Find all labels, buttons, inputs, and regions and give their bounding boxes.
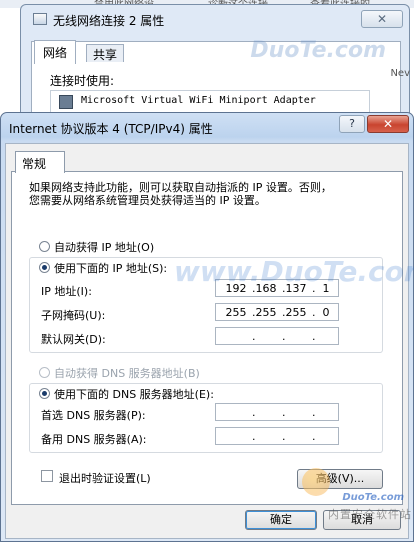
mask-octet-4[interactable]: 0 <box>314 306 338 319</box>
mask-octet-3[interactable]: 255 <box>284 306 308 319</box>
preferred-dns-label: 首选 DNS 服务器(P): <box>41 409 146 422</box>
description-text: 如果网络支持此功能，则可以获取自动指派的 IP 设置。否则， 您需要从网络系统管… <box>29 181 399 207</box>
mask-octet-1[interactable]: 255 <box>224 306 248 319</box>
auto-dns-radio[interactable] <box>39 367 50 378</box>
auto-ip-label[interactable]: 自动获得 IP 地址(O) <box>54 239 154 255</box>
gateway-dot: . <box>312 330 316 343</box>
back-title-bar[interactable]: 无线网络连接 2 属性 ✕ <box>21 5 409 33</box>
pdns-dot: . <box>312 406 316 419</box>
corner-watermark-brand: DuoTe.com <box>342 492 404 503</box>
connect-using-label: 连接时使用: <box>50 74 115 88</box>
alternate-dns-label: 备用 DNS 服务器(A): <box>41 433 147 446</box>
validate-checkbox[interactable] <box>41 470 53 482</box>
pdns-dot: . <box>252 406 256 419</box>
dialog-title: Internet 协议版本 4 (TCP/IPv4) 属性 <box>9 122 213 136</box>
gateway-dot: . <box>252 330 256 343</box>
manual-ip-label[interactable]: 使用下面的 IP 地址(S): <box>54 260 170 276</box>
ip-address-label: IP 地址(I): <box>41 285 92 298</box>
manual-dns-radio[interactable] <box>39 388 50 399</box>
tab-general[interactable]: 常规 <box>15 151 65 173</box>
adapter-name: Microsoft Virtual WiFi Miniport Adapter <box>81 95 316 106</box>
default-gateway-field[interactable]: . . . <box>215 327 339 345</box>
manual-ip-radio[interactable] <box>39 262 50 273</box>
close-button[interactable]: ✕ <box>367 115 409 133</box>
validate-label[interactable]: 退出时验证设置(L) <box>59 470 151 486</box>
adapter-box: Microsoft Virtual WiFi Miniport Adapter <box>50 90 370 114</box>
default-gateway-label: 默认网关(D): <box>41 333 106 346</box>
preferred-dns-field[interactable]: . . . <box>215 403 339 421</box>
auto-ip-radio[interactable] <box>39 241 50 252</box>
pdns-dot: . <box>282 406 286 419</box>
manual-dns-label[interactable]: 使用下面的 DNS 服务器地址(E): <box>54 386 216 402</box>
gateway-dot: . <box>282 330 286 343</box>
back-close-button[interactable]: ✕ <box>361 10 403 28</box>
corner-watermark-cn: 内置安全软件站 <box>328 508 412 521</box>
center-watermark: www.DuoTe.com <box>174 255 414 288</box>
alternate-dns-field[interactable]: . . . <box>215 427 339 445</box>
adapter-icon <box>59 95 73 109</box>
network-icon <box>33 13 47 25</box>
tab-share[interactable]: 共享 <box>86 44 125 62</box>
description-line-1: 如果网络支持此功能，则可以获取自动指派的 IP 设置。否则， <box>29 181 332 194</box>
watermark-logo-icon <box>302 468 330 496</box>
back-right-text: Nev <box>390 68 410 79</box>
back-dialog-title: 无线网络连接 2 属性 <box>53 14 165 28</box>
auto-dns-label[interactable]: 自动获得 DNS 服务器地址(B) <box>54 365 200 381</box>
tab-network[interactable]: 网络 <box>34 40 77 64</box>
subnet-mask-field[interactable]: 255 . 255 . 255 . 0 <box>215 303 339 321</box>
adns-dot: . <box>312 430 316 443</box>
subnet-mask-label: 子网掩码(U): <box>41 309 106 322</box>
mask-octet-2[interactable]: 255 <box>254 306 278 319</box>
help-button[interactable]: ? <box>339 115 365 133</box>
description-line-2: 您需要从网络系统管理员处获得适当的 IP 设置。 <box>29 194 266 207</box>
back-watermark: DuoTe.com <box>250 38 386 63</box>
corner-watermark: DuoTe.com 内置安全软件站 <box>296 462 414 532</box>
adns-dot: . <box>252 430 256 443</box>
adns-dot: . <box>282 430 286 443</box>
